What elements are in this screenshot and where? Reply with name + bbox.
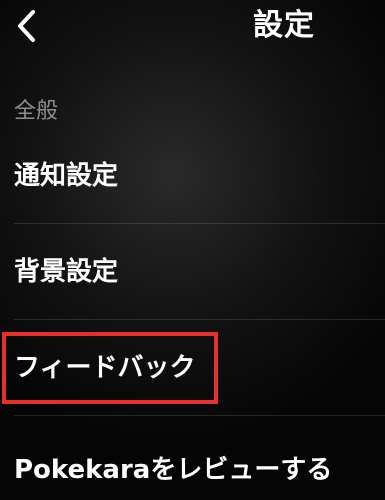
settings-item-label: 通知設定 <box>14 161 119 191</box>
navigation-bar: 設定 <box>0 0 385 56</box>
section-header-general: 全般 <box>14 99 59 124</box>
page-title: 設定 <box>253 8 315 43</box>
settings-item-label: Pokekaraをレビューする <box>14 455 333 485</box>
settings-item-review[interactable]: Pokekaraをレビューする <box>0 416 385 500</box>
settings-item-label: 背景設定 <box>14 257 119 287</box>
back-button[interactable] <box>6 6 46 46</box>
chevron-left-icon <box>18 10 35 42</box>
settings-item-background[interactable]: 背景設定 <box>0 224 385 320</box>
settings-item-feedback[interactable]: フィードバック <box>0 320 385 416</box>
settings-item-notifications[interactable]: 通知設定 <box>0 128 385 224</box>
settings-screen: 設定 全般 通知設定 背景設定 フィードバック Pokekaraをレビューする <box>0 0 385 500</box>
settings-item-label: フィードバック <box>14 353 196 383</box>
